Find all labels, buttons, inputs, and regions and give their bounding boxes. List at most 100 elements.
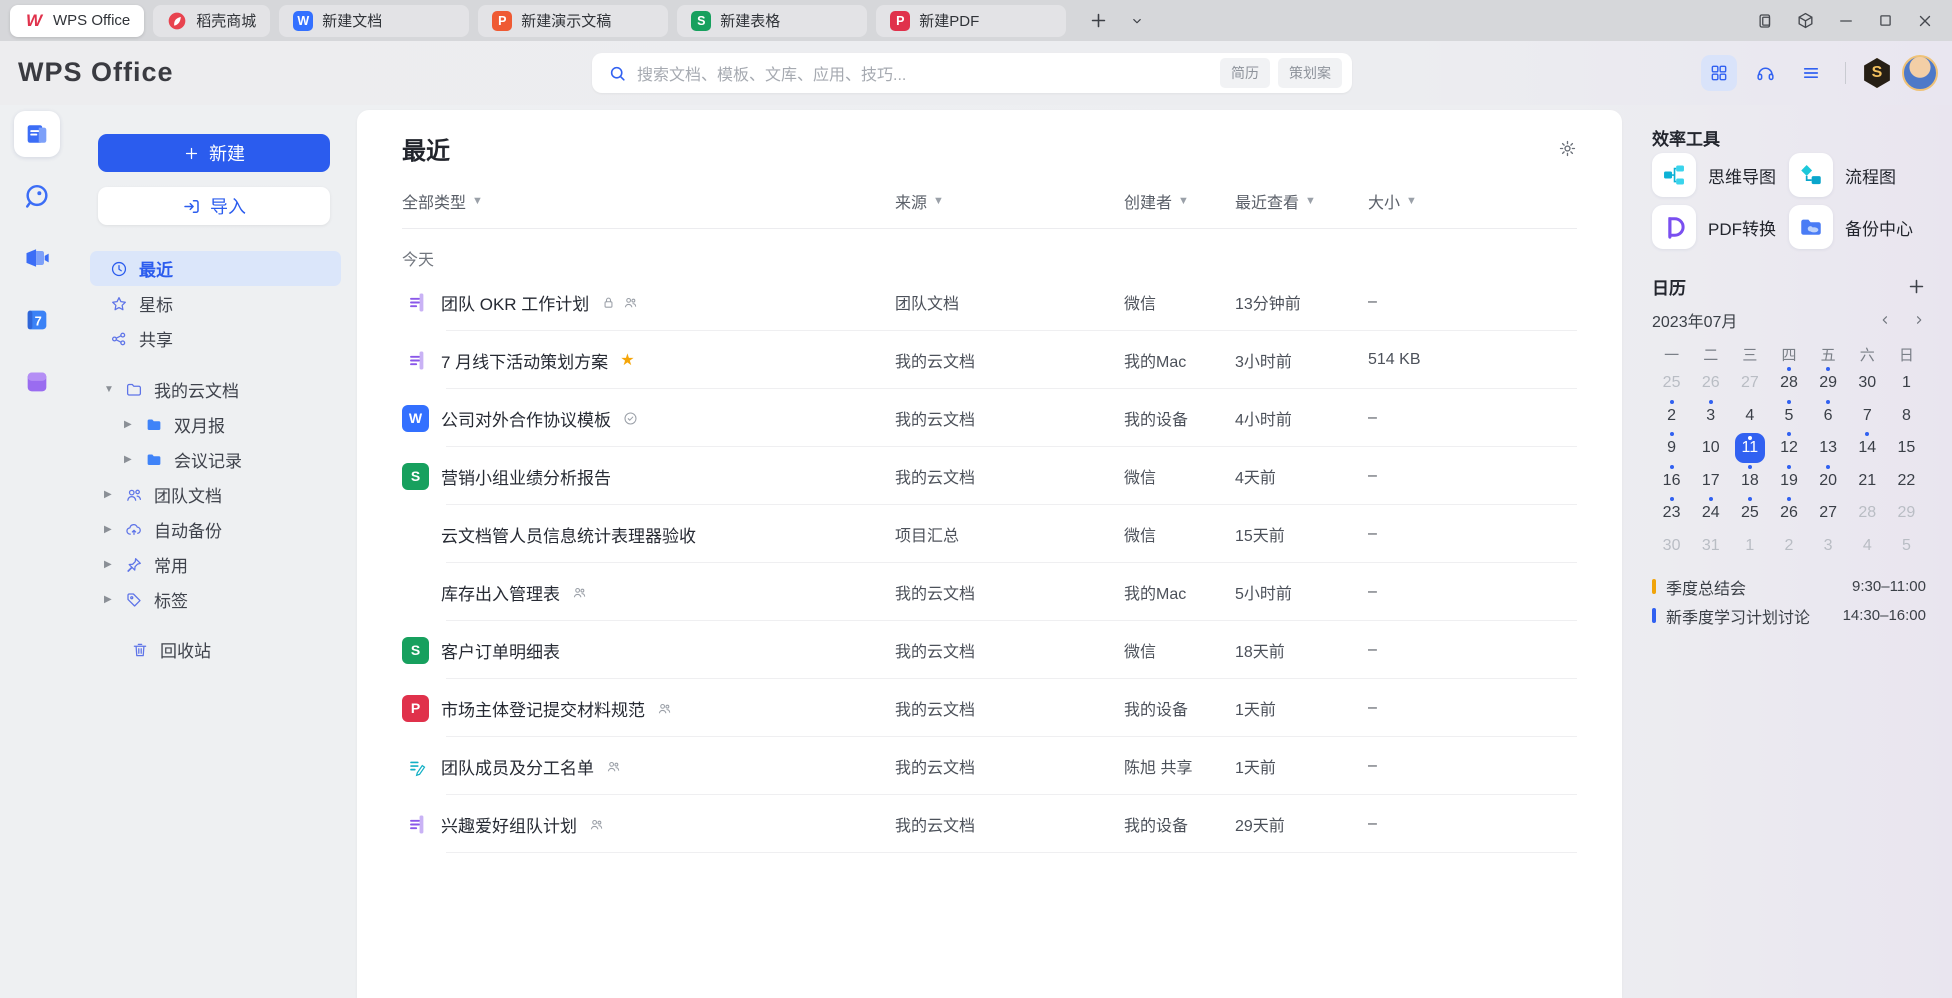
calendar-event[interactable]: 季度总结会9:30–11:00 [1652, 572, 1926, 601]
calendar-day-28[interactable]: 28 [1769, 367, 1808, 400]
calendar-event[interactable]: 新季度学习计划讨论14:30–16:00 [1652, 601, 1926, 630]
chevron-right-icon[interactable]: ▶ [104, 524, 115, 535]
sidebar-item-标签[interactable]: ▶标签 [90, 582, 341, 617]
rail-item-documents[interactable] [14, 111, 60, 157]
rail-item-chat[interactable] [14, 173, 60, 219]
sidebar-item-最近[interactable]: 最近 [90, 251, 341, 286]
calendar-day-19[interactable]: 19 [1769, 465, 1808, 498]
new-tab-button[interactable] [1089, 11, 1108, 30]
tab-新建演示文稿[interactable]: P新建演示文稿 [478, 5, 668, 37]
tool-PDF转换[interactable]: PDF转换 [1652, 205, 1789, 249]
calendar-day-21[interactable]: 21 [1848, 465, 1887, 498]
tab-WPS Office[interactable]: WWPS Office [10, 5, 144, 37]
calendar-day-10[interactable]: 10 [1691, 432, 1730, 465]
calendar-day-18[interactable]: 18 [1730, 465, 1769, 498]
sidebar-item-团队文档[interactable]: ▶团队文档 [90, 477, 341, 512]
vip-badge[interactable]: S [1862, 58, 1892, 88]
calendar-day-1[interactable]: 1 [1887, 367, 1926, 400]
calendar-day-9[interactable]: 9 [1652, 432, 1691, 465]
chevron-right-icon[interactable]: ▶ [104, 594, 115, 605]
tab-list-dropdown[interactable] [1130, 14, 1144, 28]
sidebar-item-回收站[interactable]: 回收站 [90, 632, 341, 667]
calendar-day-12[interactable]: 12 [1769, 432, 1808, 465]
calendar-day-3[interactable]: 3 [1809, 530, 1848, 563]
calendar-day-11[interactable]: 11 [1730, 432, 1769, 465]
calendar-day-6[interactable]: 6 [1809, 400, 1848, 433]
calendar-day-13[interactable]: 13 [1809, 432, 1848, 465]
chevron-right-icon[interactable]: ▶ [104, 559, 115, 570]
calendar-day-27[interactable]: 27 [1809, 497, 1848, 530]
calendar-day-30[interactable]: 30 [1652, 530, 1691, 563]
calendar-day-2[interactable]: 2 [1769, 530, 1808, 563]
chevron-right-icon[interactable]: ▶ [104, 489, 115, 500]
calendar-day-17[interactable]: 17 [1691, 465, 1730, 498]
calendar-day-15[interactable]: 15 [1887, 432, 1926, 465]
filter-创建者[interactable]: 创建者▼ [1124, 189, 1235, 213]
calendar-day-29[interactable]: 29 [1887, 497, 1926, 530]
tool-备份中心[interactable]: 备份中心 [1789, 205, 1926, 249]
sidebar-item-我的云文档[interactable]: ▼我的云文档 [90, 372, 341, 407]
calendar-day-25[interactable]: 25 [1730, 497, 1769, 530]
sidebar-item-会议记录[interactable]: ▶会议记录 [90, 442, 341, 477]
table-row[interactable]: 库存出入管理表我的云文档我的Mac5小时前– [402, 563, 1577, 621]
search-bar[interactable]: 搜索文档、模板、文库、应用、技巧... 简历策划案 [592, 53, 1352, 93]
tab-稻壳商城[interactable]: 稻壳商城 [153, 5, 270, 37]
calendar-day-3[interactable]: 3 [1691, 400, 1730, 433]
tab-新建PDF[interactable]: P新建PDF [876, 5, 1066, 37]
table-row[interactable]: 兴趣爱好组队计划我的云文档我的设备29天前– [402, 795, 1577, 853]
maximize-button[interactable] [1877, 12, 1894, 29]
table-row[interactable]: 团队 OKR 工作计划团队文档微信13分钟前– [402, 273, 1577, 331]
close-button[interactable] [1916, 12, 1934, 30]
sidebar-item-自动备份[interactable]: ▶自动备份 [90, 512, 341, 547]
tab-新建表格[interactable]: S新建表格 [677, 5, 867, 37]
workspace-button[interactable] [1796, 11, 1815, 30]
table-row[interactable]: 7 月线下活动策划方案★我的云文档我的Mac3小时前514 KB [402, 331, 1577, 389]
tool-流程图[interactable]: 流程图 [1789, 153, 1926, 197]
sidebar-item-常用[interactable]: ▶常用 [90, 547, 341, 582]
sidebar-item-双月报[interactable]: ▶双月报 [90, 407, 341, 442]
calendar-day-1[interactable]: 1 [1730, 530, 1769, 563]
filter-大小[interactable]: 大小▼ [1368, 189, 1577, 213]
apps-grid-icon[interactable] [1701, 55, 1737, 91]
table-row[interactable]: S客户订单明细表我的云文档微信18天前– [402, 621, 1577, 679]
calendar-day-4[interactable]: 4 [1848, 530, 1887, 563]
calendar-day-31[interactable]: 31 [1691, 530, 1730, 563]
calendar-day-7[interactable]: 7 [1848, 400, 1887, 433]
calendar-day-8[interactable]: 8 [1887, 400, 1926, 433]
filter-来源[interactable]: 来源▼ [895, 189, 1124, 213]
filter-最近查看[interactable]: 最近查看▼ [1235, 189, 1368, 213]
minimize-button[interactable] [1837, 12, 1855, 30]
table-row[interactable]: P市场主体登记提交材料规范我的云文档我的设备1天前– [402, 679, 1577, 737]
next-month-button[interactable] [1912, 313, 1926, 327]
calendar-day-27[interactable]: 27 [1730, 367, 1769, 400]
calendar-day-20[interactable]: 20 [1809, 465, 1848, 498]
calendar-day-28[interactable]: 28 [1848, 497, 1887, 530]
rail-item-calendar[interactable]: 7 [14, 297, 60, 343]
table-row[interactable]: S营销小组业绩分析报告我的云文档微信4天前– [402, 447, 1577, 505]
new-button[interactable]: 新建 [98, 134, 330, 172]
calendar-day-26[interactable]: 26 [1691, 367, 1730, 400]
add-event-button[interactable] [1907, 277, 1926, 296]
calendar-day-23[interactable]: 23 [1652, 497, 1691, 530]
filter-全部类型[interactable]: 全部类型▼ [402, 189, 895, 213]
headset-support-icon[interactable] [1747, 55, 1783, 91]
calendar-day-4[interactable]: 4 [1730, 400, 1769, 433]
chevron-right-icon[interactable]: ▶ [124, 454, 135, 465]
calendar-day-29[interactable]: 29 [1809, 367, 1848, 400]
calendar-day-30[interactable]: 30 [1848, 367, 1887, 400]
device-button[interactable] [1756, 12, 1774, 30]
calendar-day-5[interactable]: 5 [1769, 400, 1808, 433]
prev-month-button[interactable] [1878, 313, 1892, 327]
search-tag[interactable]: 策划案 [1278, 58, 1342, 88]
calendar-day-16[interactable]: 16 [1652, 465, 1691, 498]
search-tag[interactable]: 简历 [1220, 58, 1270, 88]
avatar[interactable] [1902, 55, 1938, 91]
calendar-day-26[interactable]: 26 [1769, 497, 1808, 530]
calendar-day-2[interactable]: 2 [1652, 400, 1691, 433]
table-row[interactable]: W公司对外合作协议模板我的云文档我的设备4小时前– [402, 389, 1577, 447]
sidebar-item-共享[interactable]: 共享 [90, 321, 341, 356]
import-button[interactable]: 导入 [98, 187, 330, 225]
chevron-right-icon[interactable]: ▶ [124, 419, 135, 430]
calendar-day-14[interactable]: 14 [1848, 432, 1887, 465]
calendar-day-24[interactable]: 24 [1691, 497, 1730, 530]
